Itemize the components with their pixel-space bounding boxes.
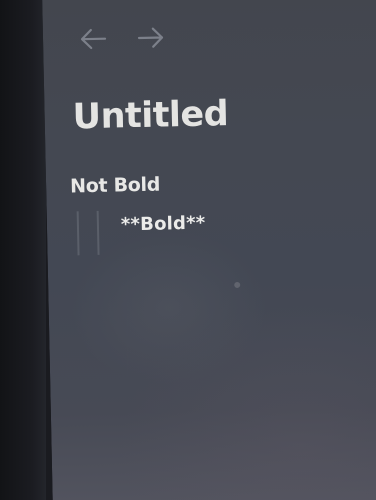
navigation-bar (77, 23, 168, 53)
page-title[interactable]: Untitled (72, 94, 228, 137)
device-bezel (0, 0, 46, 500)
indent-guide-line (76, 211, 80, 256)
screen-reflection-spot (234, 281, 241, 289)
photo-scene: Untitled Not Bold **Bold** (0, 0, 376, 500)
arrow-left-icon (80, 28, 107, 50)
text-block-bold-markdown[interactable]: **Bold** (121, 213, 206, 236)
indent-guide-line (96, 210, 100, 255)
forward-button[interactable] (135, 23, 168, 52)
editor-window: Untitled Not Bold **Bold** (42, 0, 376, 500)
text-block-not-bold[interactable]: Not Bold (70, 174, 160, 198)
back-button[interactable] (77, 25, 110, 54)
arrow-right-icon (137, 27, 164, 48)
indent-guides (76, 210, 108, 256)
